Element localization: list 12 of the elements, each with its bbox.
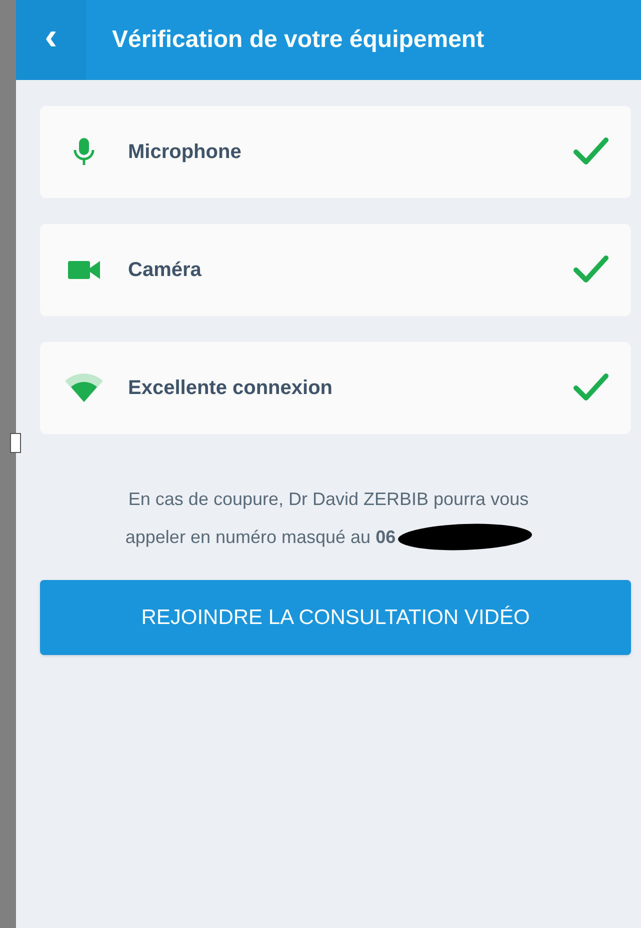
- page-title: Vérification de votre équipement: [112, 25, 484, 55]
- resize-handle[interactable]: [10, 433, 21, 453]
- notice-text: En cas de coupure, Dr David ZERBIB pourra vous: [128, 488, 529, 511]
- microphone-icon: [73, 137, 95, 167]
- back-button[interactable]: ‹: [16, 0, 86, 80]
- notice-text: appeler en numéro masqué au 06: [125, 526, 396, 549]
- video-camera-icon: [67, 259, 101, 281]
- check-label: Caméra: [128, 258, 202, 283]
- join-video-button[interactable]: REJOINDRE LA CONSULTATION VIDÉO: [40, 580, 631, 655]
- check-label: Microphone: [128, 140, 242, 165]
- wifi-signal-icon: [64, 373, 104, 403]
- check-label: Excellente connexion: [128, 376, 334, 401]
